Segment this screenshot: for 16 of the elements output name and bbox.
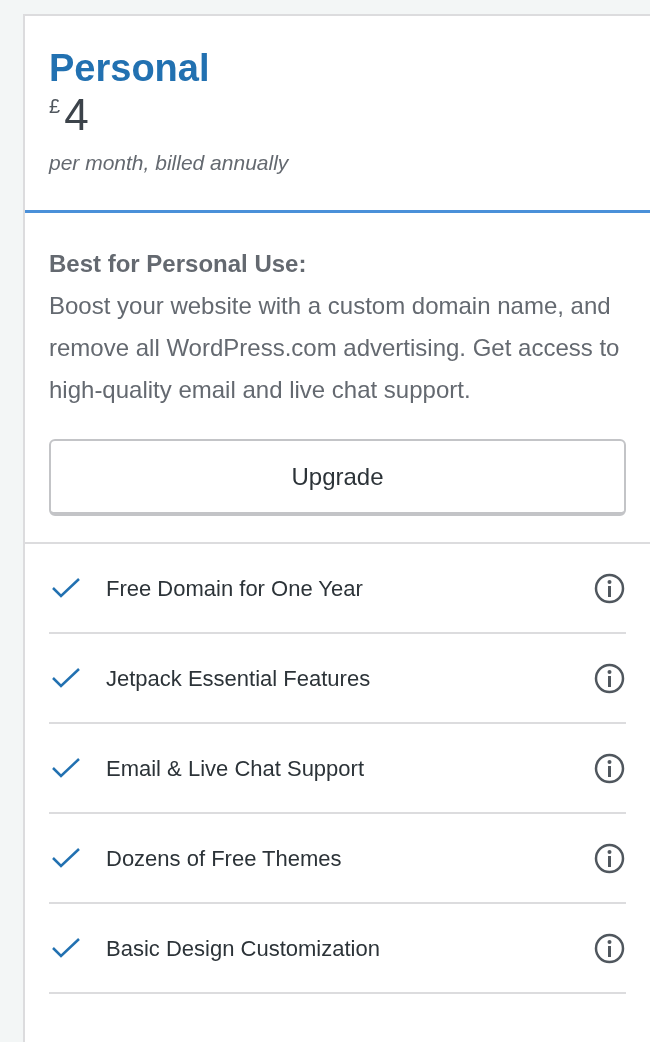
plan-description: Best for Personal Use: Boost your website with a custom domain name, and remove all WordPress.com advertising. Get access to high-quality email and live chat support. <box>49 249 621 405</box>
info-icon[interactable] <box>594 662 625 694</box>
plan-name: Personal <box>49 46 210 90</box>
plan-price: 4 <box>64 90 89 140</box>
info-icon[interactable] <box>594 842 625 874</box>
feature-label: Jetpack Essential Features <box>106 664 372 693</box>
upgrade-button[interactable]: Upgrade <box>49 439 626 516</box>
feature-label: Dozens of Free Themes <box>106 844 343 873</box>
feature-label: Email & Live Chat Support <box>106 754 366 783</box>
feature-label: Basic Design Customization <box>106 934 381 963</box>
billing-period: per month, billed annually <box>49 150 289 176</box>
info-icon[interactable] <box>594 752 625 784</box>
feature-label: Free Domain for One Year <box>106 574 364 603</box>
info-icon[interactable] <box>594 572 625 604</box>
info-icon[interactable] <box>594 932 625 964</box>
currency-symbol: £ <box>49 94 61 119</box>
